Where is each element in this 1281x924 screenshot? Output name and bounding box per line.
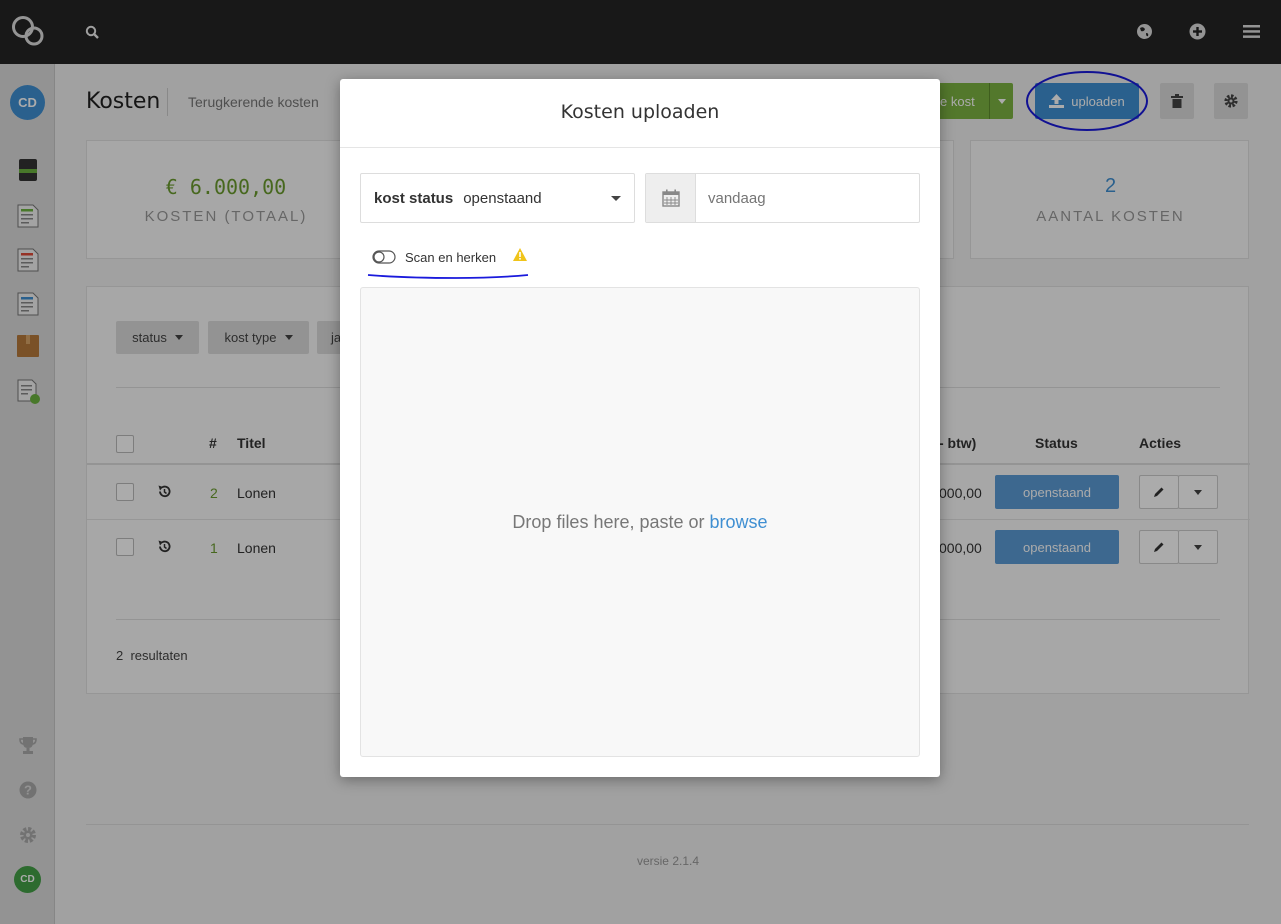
calendar-icon <box>661 189 680 207</box>
drop-text: Drop files here, paste or <box>512 511 710 532</box>
cost-status-select[interactable]: kost status openstaand <box>360 173 635 223</box>
upload-costs-modal: Kosten uploaden kost status openstaand S… <box>340 79 940 777</box>
scan-toggle[interactable]: Scan en herken <box>372 247 532 267</box>
chevron-down-icon <box>611 196 621 201</box>
modal-header-divider <box>340 147 940 148</box>
date-field[interactable] <box>645 173 920 223</box>
cost-status-value: openstaand <box>463 189 542 207</box>
warning-icon[interactable] <box>512 247 528 262</box>
modal-title: Kosten uploaden <box>560 101 720 123</box>
cost-status-label: kost status <box>374 189 454 207</box>
scan-label: Scan en herken <box>405 249 497 265</box>
calendar-button[interactable] <box>646 174 696 222</box>
annotation-underline <box>367 274 529 279</box>
file-drop-zone[interactable]: Drop files here, paste or browse <box>360 287 920 757</box>
toggle-switch-icon[interactable] <box>372 250 396 264</box>
date-input[interactable] <box>696 174 919 222</box>
browse-link[interactable]: browse <box>710 512 768 533</box>
